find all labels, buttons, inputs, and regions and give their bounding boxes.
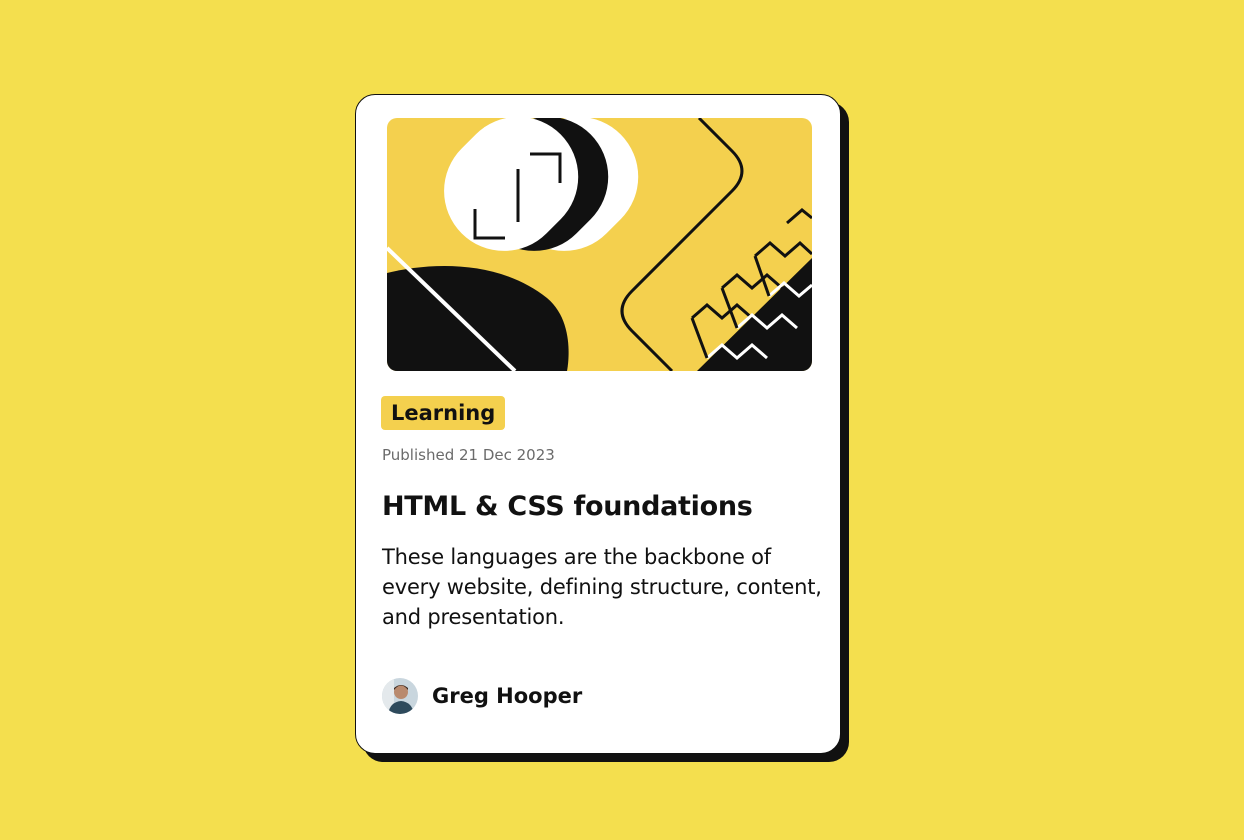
category-badge: Learning <box>381 396 506 430</box>
blog-preview-card[interactable]: Learning Published 21 Dec 2023 HTML & CS… <box>355 94 841 754</box>
author-info: Greg Hooper <box>382 677 582 715</box>
card-illustration <box>387 118 812 371</box>
card-title[interactable]: HTML & CSS foundations <box>382 491 753 522</box>
card-description: These languages are the backbone of ever… <box>382 545 822 629</box>
published-date: Published 21 Dec 2023 <box>382 446 555 464</box>
author-name[interactable]: Greg Hooper <box>432 684 582 708</box>
author-avatar <box>382 678 418 714</box>
